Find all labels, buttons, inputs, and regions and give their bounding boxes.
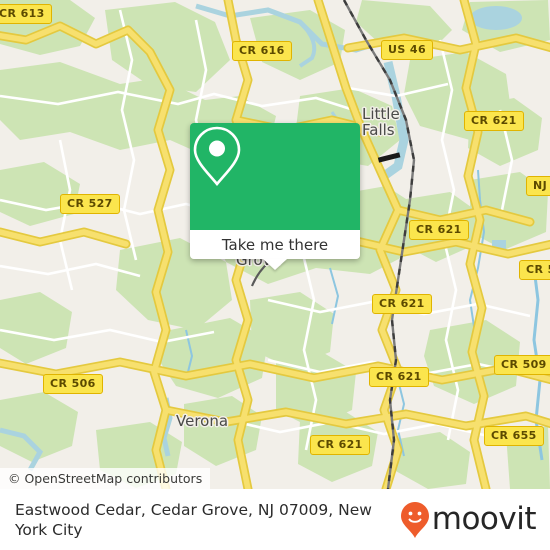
route-shield-cr-621-e[interactable]: CR 621 [310,435,370,455]
route-shield-cr-621-b[interactable]: CR 621 [409,220,469,240]
moovit-logo[interactable]: moovit [400,501,550,539]
route-shield-cr-616[interactable]: CR 616 [232,41,292,61]
moovit-map-screenshot: Little Falls Grove Verona CR 613 CR 616 U… [0,0,550,550]
route-shield-cr-621-c[interactable]: CR 621 [372,294,432,314]
popup-pointer-tail [263,259,287,270]
location-title: Eastwood Cedar, Cedar Grove, NJ 07009, N… [15,500,372,539]
popup-pin-panel [190,123,360,230]
route-shield-cr-613-a[interactable]: CR 613 [0,4,52,24]
map-canvas[interactable]: Little Falls Grove Verona CR 613 CR 616 U… [0,0,550,489]
take-me-there-label: Take me there [221,235,329,254]
footer-bar: Eastwood Cedar, Cedar Grove, NJ 07009, N… [0,489,550,550]
moovit-wordmark: moovit [431,501,537,537]
route-shield-cr-509[interactable]: CR 509 [494,355,550,375]
route-shield-cr-527[interactable]: CR 527 [60,194,120,214]
route-shield-cr-655[interactable]: CR 655 [484,426,544,446]
moovit-smiley-pin-icon [400,501,429,538]
route-shield-cr-5[interactable]: CR 5 [519,260,550,280]
route-shield-cr-506[interactable]: CR 506 [43,374,103,394]
route-shield-cr-621-d[interactable]: CR 621 [369,367,429,387]
map-pin-icon [193,126,241,187]
osm-attribution[interactable]: © OpenStreetMap contributors [0,468,211,489]
location-popup-card[interactable]: Take me there [190,123,360,270]
take-me-there-button[interactable]: Take me there [190,230,360,270]
route-shield-cr-621-a[interactable]: CR 621 [464,111,524,131]
route-shield-us-46[interactable]: US 46 [381,40,433,60]
route-shield-nj-3[interactable]: NJ 3 [526,176,550,196]
